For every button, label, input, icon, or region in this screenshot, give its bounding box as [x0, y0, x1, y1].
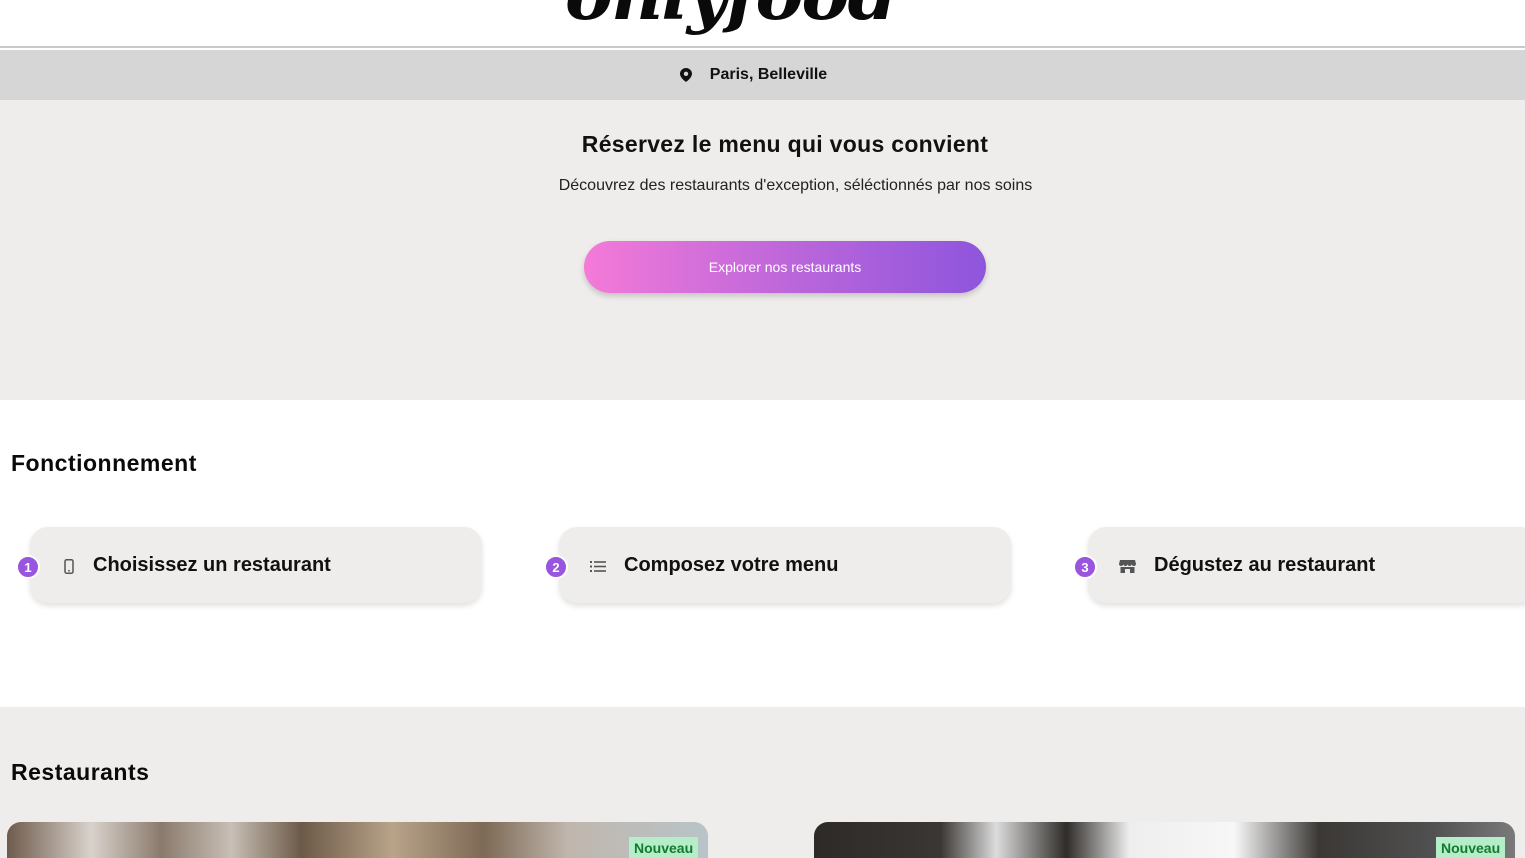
- step-number-badge: 3: [1073, 555, 1097, 579]
- step-label: Choisissez un restaurant: [93, 554, 331, 576]
- restaurants-title: Restaurants: [11, 759, 150, 785]
- step-number-badge: 1: [16, 555, 40, 579]
- location-text: Paris, Belleville: [709, 66, 828, 83]
- new-badge: Nouveau: [629, 837, 699, 858]
- explore-restaurants-button[interactable]: Explorer nos restaurants: [584, 241, 986, 293]
- hero-title: Réservez le menu qui vous convient: [581, 131, 989, 157]
- phone-icon: [59, 557, 79, 575]
- step-label: Dégustez au restaurant: [1154, 554, 1376, 576]
- hero-subtitle: Découvrez des restaurants d'exception, s…: [558, 177, 1033, 194]
- how-it-works-title: Fonctionnement: [11, 450, 197, 476]
- restaurant-card[interactable]: [814, 822, 1515, 858]
- site-header: onlyfood: [0, 0, 1525, 48]
- list-icon: [588, 557, 608, 575]
- location-bar[interactable]: Paris, Belleville: [0, 50, 1525, 100]
- new-badge: Nouveau: [1436, 837, 1506, 858]
- map-pin-icon: [679, 68, 692, 82]
- step-number-badge: 2: [544, 555, 568, 579]
- restaurant-card[interactable]: [7, 822, 708, 858]
- step-label: Composez votre menu: [624, 554, 839, 576]
- store-icon: [1117, 557, 1137, 575]
- site-logo[interactable]: onlyfood: [565, 0, 898, 30]
- hero-section: Réservez le menu qui vous convient Décou…: [0, 100, 1525, 400]
